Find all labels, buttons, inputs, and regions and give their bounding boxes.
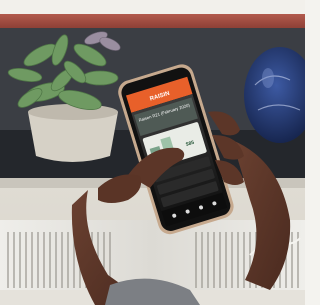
photo-scene: RAISIN Raisen R21 (February 2020) $85 (0, 0, 305, 305)
scene-illustration: RAISIN Raisen R21 (February 2020) $85 (0, 0, 305, 305)
plant-pot (28, 104, 118, 162)
